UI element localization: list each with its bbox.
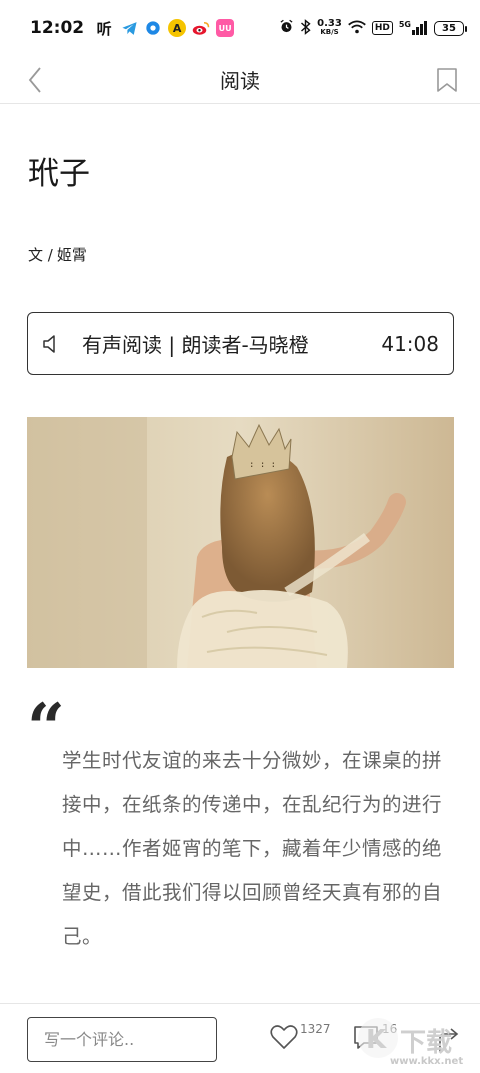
article-author: 文 / 姬霄 — [28, 244, 87, 265]
status-bar: 12:02 听 A UU 0.33 KB/S HD 5G 35 — [0, 0, 480, 56]
network-speed-unit: KB/S — [320, 28, 339, 36]
top-navigation-bar: 阅读 — [0, 56, 480, 104]
wifi-icon — [348, 19, 366, 37]
comments-button[interactable]: 16 — [352, 1022, 398, 1050]
status-system-icons: 0.33 KB/S HD 5G 35 — [279, 18, 467, 38]
hd-badge: HD — [371, 21, 393, 35]
alarm-icon — [279, 19, 294, 37]
audio-reading-label: 有声阅读 | 朗读者-马晓橙 — [82, 333, 309, 357]
comment-count: 16 — [382, 1022, 398, 1036]
svg-text:: : :: : : : — [249, 460, 276, 470]
author-name[interactable]: 姬霄 — [57, 244, 87, 265]
comment-input[interactable] — [27, 1017, 217, 1062]
chevron-left-icon — [28, 67, 41, 93]
article-summary: 学生时代友谊的来去十分微妙，在课桌的拼接中，在纸条的传递中，在乱纪行为的进行中…… — [62, 749, 443, 948]
like-button[interactable]: 1327 — [270, 1022, 331, 1050]
telegram-icon — [120, 19, 138, 37]
signal-icon: 5G — [399, 21, 428, 35]
bluetooth-icon — [300, 18, 311, 38]
audio-reading-button[interactable]: 有声阅读 | 朗读者-马晓橙 41:08 — [27, 312, 454, 375]
bookmark-icon — [437, 68, 457, 92]
bookmark-button[interactable] — [432, 62, 462, 98]
battery-indicator: 35 — [434, 20, 467, 36]
page-title: 阅读 — [220, 69, 260, 93]
status-time: 12:02 — [30, 18, 85, 38]
ting-app-icon: 听 — [96, 19, 112, 38]
heart-icon — [270, 1025, 298, 1049]
a-app-icon: A — [168, 19, 187, 37]
speaker-icon — [42, 333, 64, 355]
article-title: 玳子 — [28, 156, 90, 192]
like-count: 1327 — [300, 1022, 331, 1036]
weibo-icon — [192, 19, 210, 37]
article-cover-image: : : : — [27, 417, 454, 668]
author-prefix: 文 / — [28, 246, 53, 264]
signal-label: 5G — [398, 20, 411, 29]
network-speed: 0.33 KB/S — [317, 19, 342, 37]
share-button[interactable] — [436, 1026, 466, 1056]
network-speed-value: 0.33 — [317, 18, 342, 29]
bottom-action-bar: 1327 16 — [0, 1003, 480, 1073]
status-app-icons: 听 A UU — [94, 19, 235, 38]
comment-bubble-icon — [354, 1026, 378, 1049]
back-button[interactable] — [20, 60, 50, 100]
quote-mark: “ — [27, 689, 65, 767]
uu-app-icon: UU — [216, 19, 235, 37]
share-icon — [439, 1028, 459, 1052]
audio-duration: 41:08 — [381, 331, 439, 356]
circle-app-icon — [144, 19, 162, 37]
